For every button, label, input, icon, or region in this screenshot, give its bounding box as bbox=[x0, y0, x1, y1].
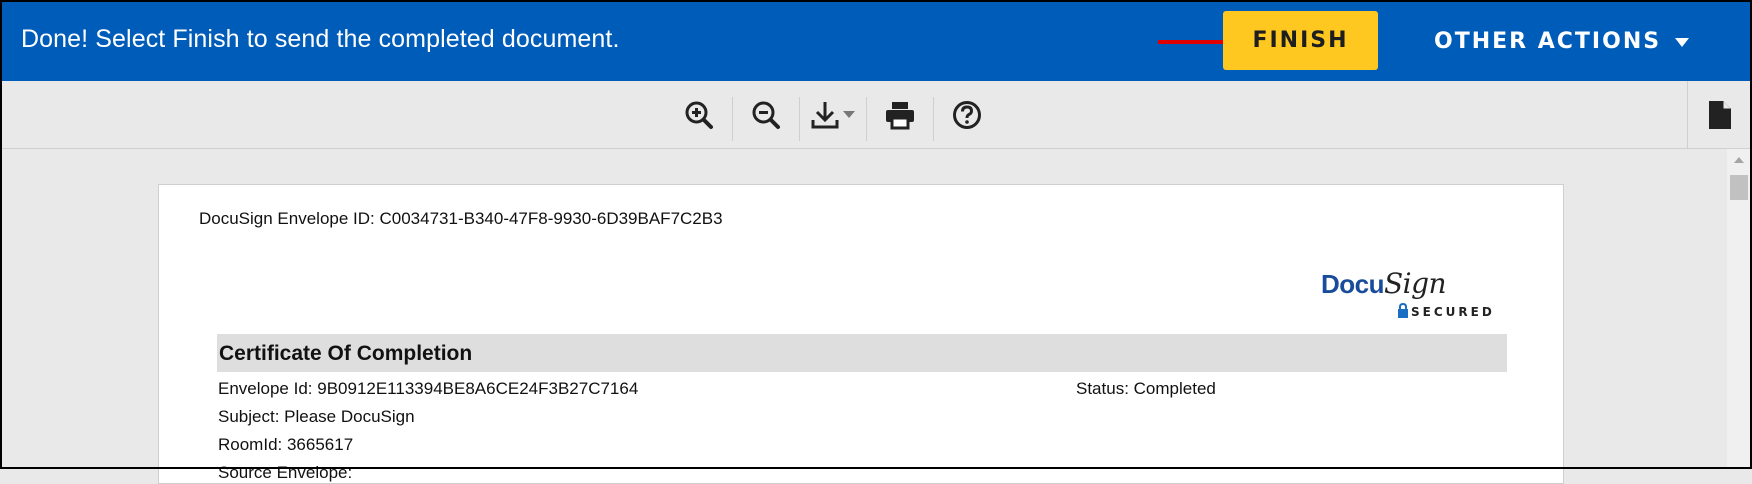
help-button[interactable] bbox=[944, 81, 990, 148]
download-button[interactable] bbox=[806, 81, 862, 148]
finish-button[interactable]: FINISH bbox=[1223, 11, 1378, 70]
caret-down-icon bbox=[1675, 37, 1690, 47]
print-button[interactable] bbox=[877, 81, 923, 148]
document-page: DocuSign Envelope ID: C0034731-B340-47F8… bbox=[158, 184, 1564, 484]
completion-message: Done! Select Finish to send the complete… bbox=[21, 25, 620, 53]
docusign-secured-logo: DocuSign SECURED bbox=[1321, 267, 1521, 327]
subject-field: Subject: Please DocuSign bbox=[218, 407, 415, 426]
source-envelope-field: Source Envelope: bbox=[218, 463, 353, 482]
document-view-button[interactable] bbox=[1700, 81, 1740, 148]
logo-brand-docu: Docu bbox=[1321, 269, 1385, 299]
status-field: Status: Completed bbox=[1076, 379, 1216, 398]
toolbar-divider bbox=[732, 97, 733, 141]
zoom-in-button[interactable] bbox=[676, 81, 722, 148]
other-actions-label: OTHER ACTIONS bbox=[1434, 28, 1662, 54]
other-actions-dropdown[interactable]: OTHER ACTIONS bbox=[1434, 26, 1690, 56]
toolbar-divider bbox=[866, 97, 867, 141]
document-toolbar bbox=[0, 81, 1752, 149]
lock-icon bbox=[1398, 303, 1408, 318]
download-icon bbox=[811, 101, 855, 128]
secured-label: SECURED bbox=[1411, 305, 1495, 319]
print-icon bbox=[886, 101, 914, 129]
toolbar-divider bbox=[1687, 81, 1688, 148]
envelope-id-header: DocuSign Envelope ID: C0034731-B340-47F8… bbox=[199, 209, 723, 228]
vertical-scrollbar[interactable] bbox=[1727, 149, 1752, 469]
toolbar-divider bbox=[933, 97, 934, 141]
help-icon bbox=[953, 100, 981, 129]
document-icon bbox=[1709, 100, 1731, 129]
scrollbar-thumb[interactable] bbox=[1730, 175, 1748, 200]
certificate-title: Certificate Of Completion bbox=[219, 342, 473, 365]
zoom-in-icon bbox=[685, 101, 713, 129]
action-banner: Done! Select Finish to send the complete… bbox=[0, 0, 1752, 81]
room-id-field: RoomId: 3665617 bbox=[218, 435, 354, 454]
logo-brand-sign: Sign bbox=[1384, 267, 1447, 300]
caret-down-icon bbox=[843, 110, 855, 118]
zoom-out-button[interactable] bbox=[743, 81, 789, 148]
scroll-up-arrow-icon[interactable] bbox=[1734, 157, 1744, 163]
certificate-header-bar: Certificate Of Completion bbox=[217, 334, 1507, 372]
envelope-id-field: Envelope Id: 9B0912E113394BE8A6CE24F3B27… bbox=[218, 379, 639, 398]
zoom-out-icon bbox=[752, 101, 780, 129]
toolbar-divider bbox=[799, 97, 800, 141]
